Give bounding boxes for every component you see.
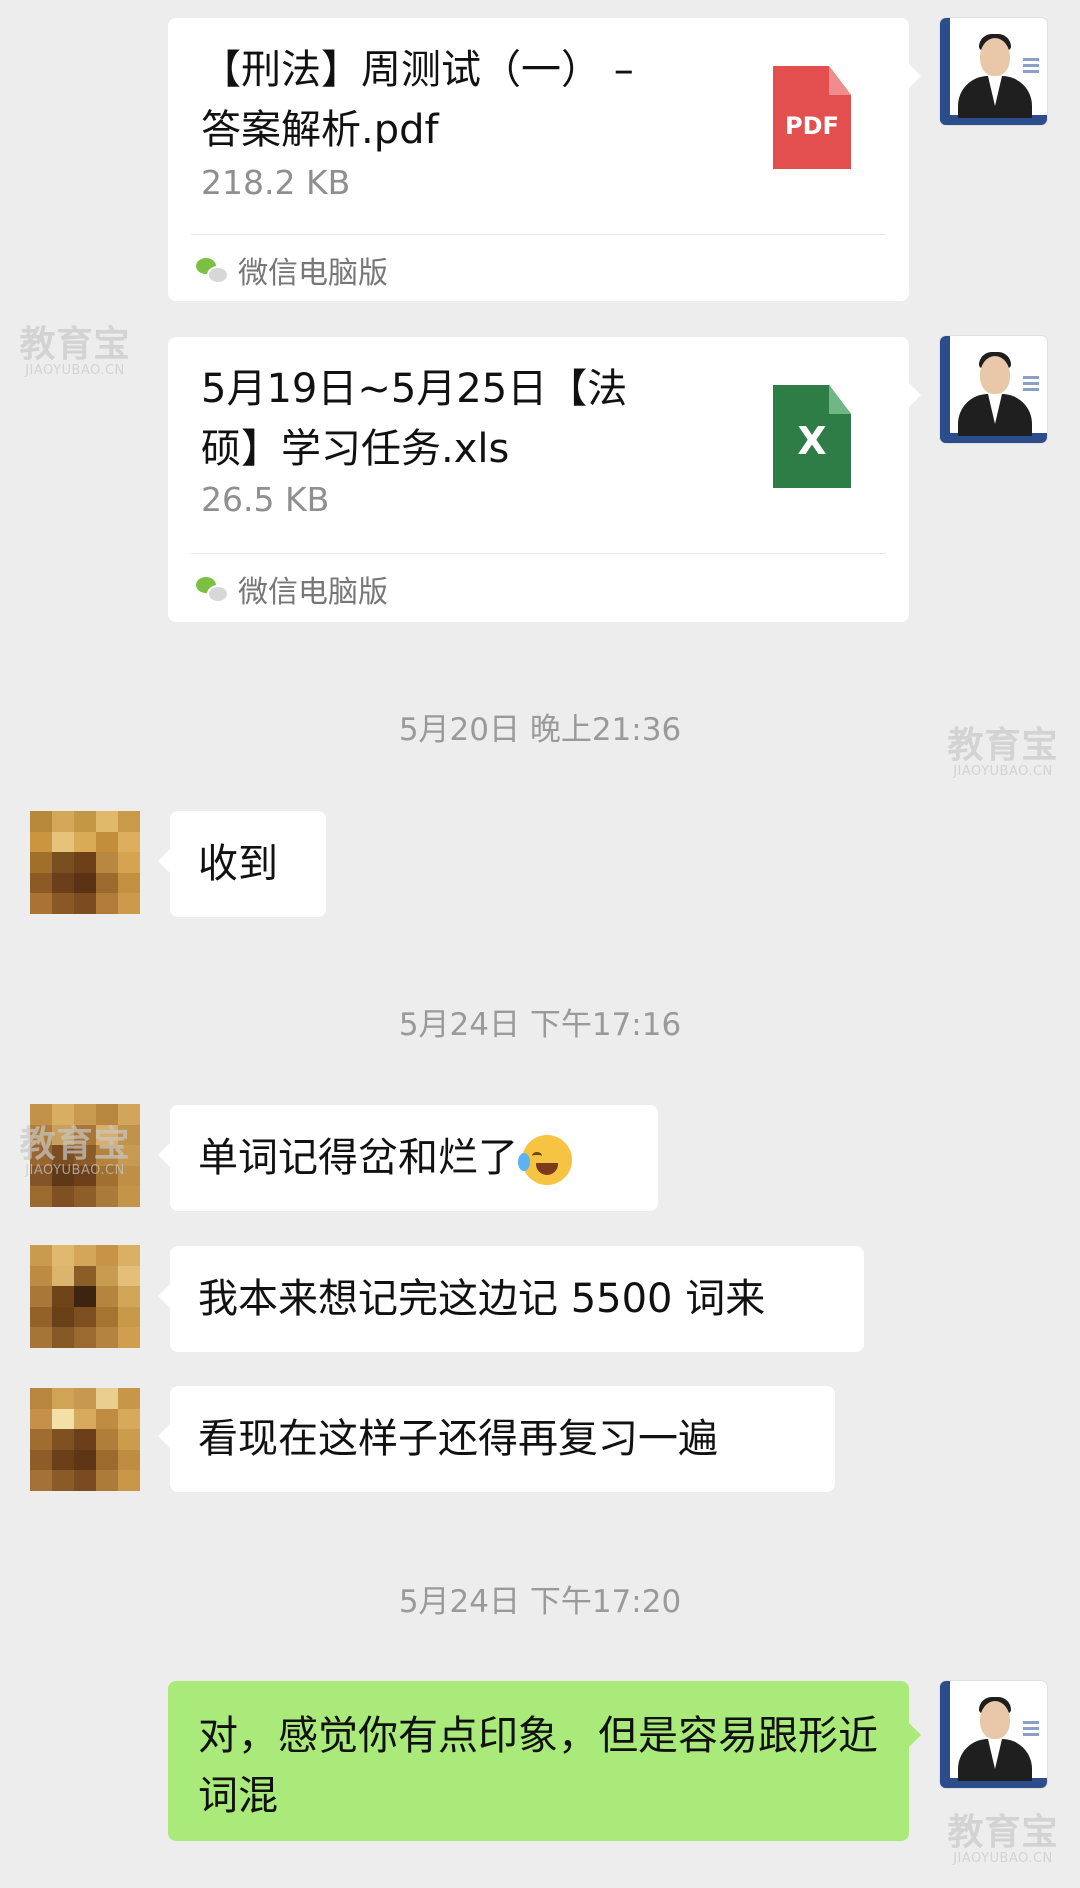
avatar[interactable] bbox=[940, 18, 1047, 125]
message-text: 单词记得岔和烂了 bbox=[198, 1135, 518, 1181]
excel-icon-label: X bbox=[797, 419, 827, 463]
watermark-logo: 教育宝 JIAOYUBAO.CN bbox=[944, 1814, 1062, 1866]
file-source-label: 微信电脑版 bbox=[238, 256, 388, 291]
watermark-logo: 教育宝 JIAOYUBAO.CN bbox=[16, 326, 134, 378]
received-message-bubble[interactable]: 看现在这样子还得再复习一遍 bbox=[158, 1386, 835, 1492]
file-source-label: 微信电脑版 bbox=[238, 575, 388, 610]
divider bbox=[191, 553, 886, 554]
message-timestamp: 5月20日 晚上21:36 bbox=[398, 712, 682, 748]
watermark-brand: 教育宝 bbox=[947, 725, 1059, 766]
avatar[interactable] bbox=[30, 1388, 140, 1491]
pdf-file-icon: PDF bbox=[773, 66, 851, 169]
message-timestamp: 5月24日 下午17:20 bbox=[398, 1584, 682, 1620]
divider bbox=[191, 234, 886, 235]
avatar[interactable] bbox=[30, 811, 140, 914]
received-message-bubble[interactable]: 单词记得岔和烂了 bbox=[158, 1105, 658, 1211]
watermark-brand: 教育宝 bbox=[19, 324, 131, 365]
wechat-icon bbox=[196, 258, 229, 284]
file-size: 26.5 KB bbox=[201, 480, 330, 519]
watermark-domain: JIAOYUBAO.CN bbox=[953, 1851, 1053, 1866]
file-message-card[interactable]: 【刑法】周测试（一） – 答案解析.pdf 218.2 KB PDF 微信电脑版 bbox=[168, 18, 921, 301]
message-timestamp: 5月24日 下午17:16 bbox=[398, 1007, 682, 1043]
pdf-icon-label: PDF bbox=[785, 112, 839, 140]
avatar[interactable] bbox=[940, 1681, 1047, 1788]
watermark-domain: JIAOYUBAO.CN bbox=[25, 1163, 125, 1178]
watermark-brand: 教育宝 bbox=[947, 1812, 1059, 1853]
watermark-domain: JIAOYUBAO.CN bbox=[25, 363, 125, 378]
received-message-bubble[interactable]: 收到 bbox=[158, 811, 326, 917]
excel-file-icon: X bbox=[773, 385, 851, 488]
file-message-card[interactable]: 5月19日~5月25日【法硕】学习任务.xls 26.5 KB X 微信电脑版 bbox=[168, 337, 921, 622]
watermark-logo: 教育宝 JIAOYUBAO.CN bbox=[16, 1126, 134, 1178]
watermark-brand: 教育宝 bbox=[19, 1124, 131, 1165]
file-source: 微信电脑版 bbox=[196, 248, 388, 292]
wechat-icon bbox=[196, 577, 229, 603]
sent-message-bubble[interactable]: 对，感觉你有点印象，但是容易跟形近词混 bbox=[168, 1681, 921, 1841]
received-message-bubble[interactable]: 我本来想记完这边记 5500 词来 bbox=[158, 1246, 864, 1352]
file-name: 【刑法】周测试（一） – 答案解析.pdf bbox=[201, 47, 634, 153]
file-name: 5月19日~5月25日【法硕】学习任务.xls bbox=[201, 366, 628, 472]
crying-laughing-emoji-icon bbox=[518, 1135, 572, 1185]
watermark-domain: JIAOYUBAO.CN bbox=[953, 764, 1053, 779]
avatar[interactable] bbox=[30, 1245, 140, 1348]
avatar[interactable] bbox=[940, 336, 1047, 443]
file-source: 微信电脑版 bbox=[196, 567, 388, 611]
file-size: 218.2 KB bbox=[201, 163, 351, 202]
watermark-logo: 教育宝 JIAOYUBAO.CN bbox=[944, 727, 1062, 779]
